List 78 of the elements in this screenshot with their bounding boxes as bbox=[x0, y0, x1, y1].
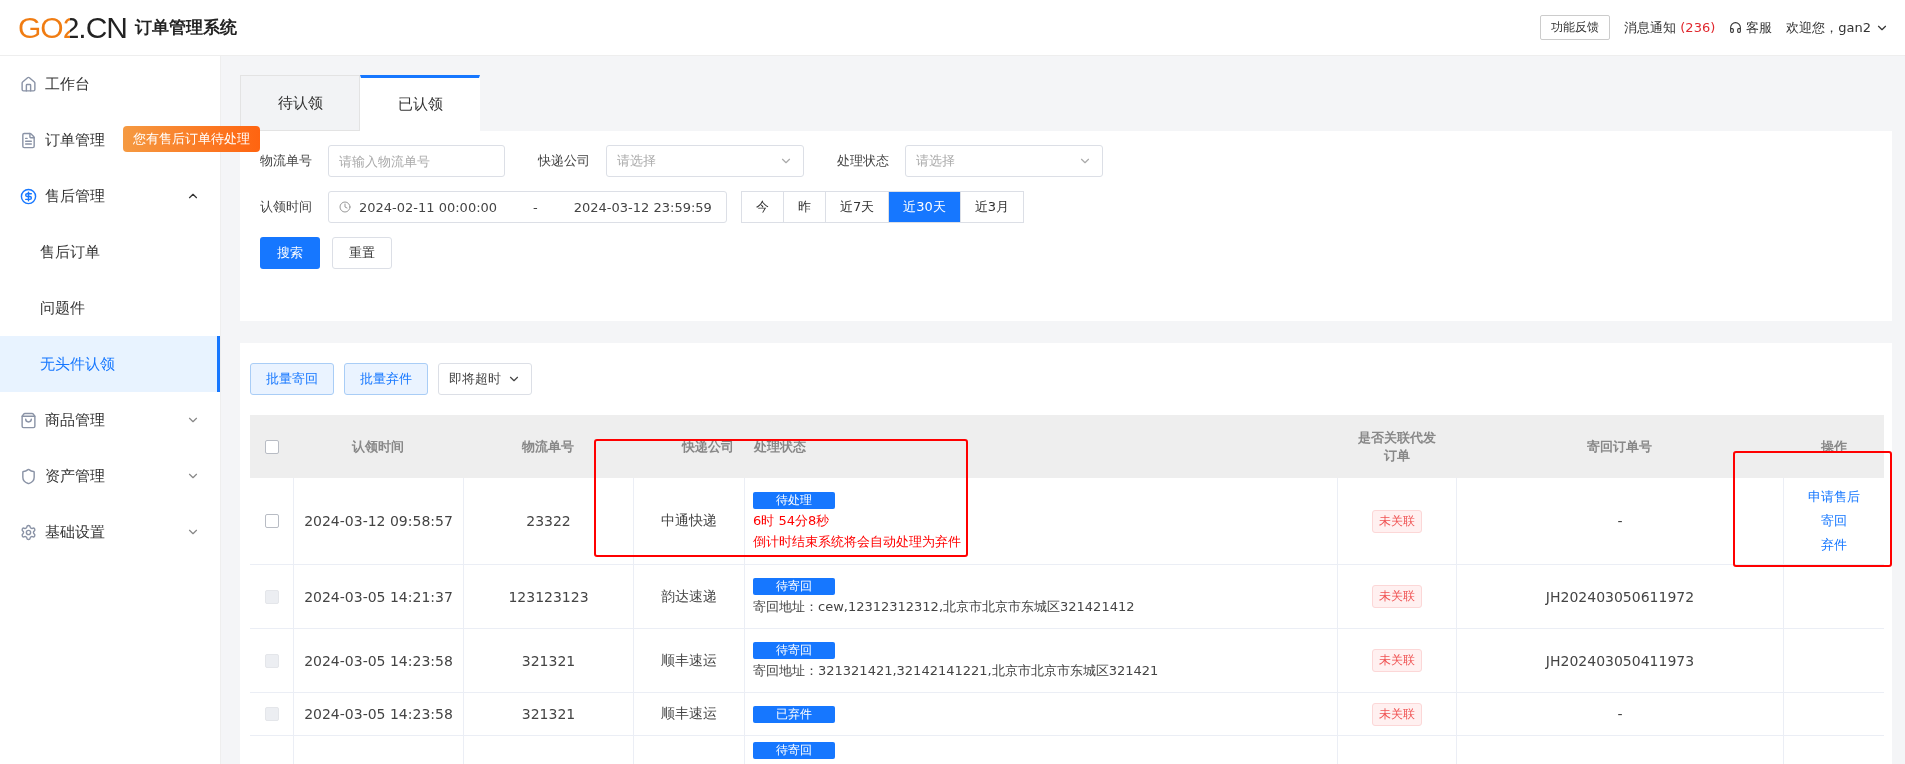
sidebar-item[interactable]: 售后管理 bbox=[0, 168, 220, 224]
field-label: 认领时间 bbox=[260, 198, 313, 216]
shield-icon bbox=[20, 467, 37, 485]
notification-link[interactable]: 消息通知 (236) bbox=[1624, 18, 1716, 37]
date-preset-button[interactable]: 近3月 bbox=[959, 191, 1025, 223]
action-link[interactable]: 申请售后 bbox=[1808, 488, 1860, 506]
sidebar-item[interactable]: 工作台 bbox=[0, 56, 220, 112]
date-range-field[interactable]: 2024-02-11 00:00:00 - 2024-03-12 23:59:59 bbox=[328, 191, 727, 223]
unlinked-tag: 未关联 bbox=[1372, 702, 1422, 726]
notice-tooltip: 您有售后订单待处理 bbox=[123, 126, 260, 152]
unlinked-tag: 未关联 bbox=[1372, 649, 1422, 672]
address-text: 寄回地址：cew,12312312312,北京市北京市东城区321421412 bbox=[753, 597, 1135, 616]
checkbox[interactable] bbox=[264, 514, 279, 528]
sidebar-item[interactable]: 基础设置 bbox=[0, 504, 220, 560]
table-cell: 2024-03-05 14:23:58 bbox=[293, 693, 463, 736]
tracking-input[interactable]: 请输入物流单号 bbox=[328, 145, 505, 177]
status-tag: 待处理 bbox=[753, 491, 835, 509]
countdown-text: 6时 54分8秒 bbox=[753, 511, 830, 530]
column-header: 寄回订单号 bbox=[1456, 415, 1783, 478]
table-cell: - bbox=[1456, 478, 1783, 565]
table-cell: 韵达速递 bbox=[633, 565, 744, 629]
home-icon bbox=[20, 75, 37, 93]
batch-button[interactable]: 批量寄回 bbox=[250, 363, 334, 395]
table-cell: 顺丰速运 bbox=[633, 629, 744, 693]
table-cell: 顺丰速运 bbox=[633, 693, 744, 736]
headset-icon bbox=[1729, 21, 1743, 34]
status-tag: 待寄回 bbox=[753, 577, 835, 595]
feedback-button[interactable]: 功能反馈 bbox=[1540, 15, 1611, 40]
clock-icon bbox=[339, 201, 351, 213]
table-cell: 23322 bbox=[463, 478, 633, 565]
table-cell: - bbox=[1456, 693, 1783, 736]
countdown-text: 倒计时结束系统将会自动处理为弃件 bbox=[753, 532, 961, 551]
date-preset-button[interactable]: 近7天 bbox=[825, 191, 890, 223]
document-icon bbox=[20, 131, 37, 149]
table-cell: 321321 bbox=[463, 629, 633, 693]
table-cell: 321321 bbox=[463, 693, 633, 736]
app-title: 订单管理系统 bbox=[135, 16, 238, 39]
address-text: 寄回地址：321321421,32142141221,北京市北京市东城区321421 bbox=[753, 661, 1159, 680]
status-tag: 待寄回 bbox=[753, 742, 835, 759]
unlinked-tag: 未关联 bbox=[1372, 585, 1422, 608]
sidebar-item[interactable]: 商品管理 bbox=[0, 392, 220, 448]
tab[interactable]: 已认领 bbox=[360, 75, 480, 131]
coin-icon bbox=[20, 187, 37, 205]
status-tag: 已弃件 bbox=[753, 705, 835, 723]
table-cell: 2024-03-05 14:23:58 bbox=[293, 629, 463, 693]
timeout-select[interactable]: 即将超时 bbox=[438, 363, 532, 395]
column-header: 是否关联代发订单 bbox=[1337, 415, 1456, 478]
table-cell: 2024-03-05 14:21:37 bbox=[293, 565, 463, 629]
bag-icon bbox=[20, 411, 37, 429]
sidebar-subitem[interactable]: 无头件认领 bbox=[0, 336, 220, 392]
service-link[interactable]: 客服 bbox=[1729, 18, 1773, 37]
tab[interactable]: 待认领 bbox=[240, 75, 360, 131]
column-header: 快递公司 bbox=[633, 415, 744, 478]
field-label: 快递公司 bbox=[538, 152, 591, 170]
column-header: 处理状态 bbox=[744, 415, 1337, 478]
field-label: 物流单号 bbox=[260, 152, 313, 170]
date-preset-button[interactable]: 今 bbox=[741, 191, 784, 223]
date-preset-button[interactable]: 近30天 bbox=[888, 191, 961, 223]
unlinked-tag: 未关联 bbox=[1372, 509, 1422, 533]
reset-button[interactable]: 重置 bbox=[332, 237, 392, 269]
table-cell: 中通快递 bbox=[633, 478, 744, 565]
status-tag: 待寄回 bbox=[753, 641, 835, 659]
action-link[interactable]: 寄回 bbox=[1821, 512, 1847, 530]
table-cell: JH202403050611972 bbox=[1456, 565, 1783, 629]
sidebar-item[interactable]: 资产管理 bbox=[0, 448, 220, 504]
settings-icon bbox=[20, 523, 37, 541]
search-button[interactable]: 搜索 bbox=[260, 237, 320, 269]
field-label: 处理状态 bbox=[837, 152, 890, 170]
table-cell: 123123123 bbox=[463, 565, 633, 629]
column-header: 认领时间 bbox=[293, 415, 463, 478]
column-header: 物流单号 bbox=[463, 415, 633, 478]
batch-button[interactable]: 批量弃件 bbox=[344, 363, 428, 395]
date-preset-button[interactable]: 昨 bbox=[783, 191, 826, 223]
table-cell: JH202403050411973 bbox=[1456, 629, 1783, 693]
checkbox[interactable] bbox=[264, 439, 279, 454]
user-menu[interactable]: 欢迎您，gan2 bbox=[1786, 18, 1889, 37]
action-link[interactable]: 弃件 bbox=[1821, 536, 1847, 554]
table-cell: 2024-03-12 09:58:57 bbox=[293, 478, 463, 565]
